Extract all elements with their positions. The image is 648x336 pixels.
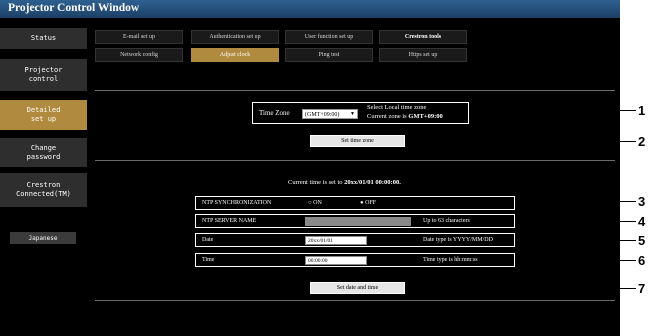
- timezone-current-zone: Current zone is GMT+09:00: [367, 113, 443, 120]
- sidebar-item-change-password[interactable]: Change password: [0, 138, 87, 167]
- nav-authentication-set-up[interactable]: Authentication set up: [191, 30, 279, 44]
- divider: [95, 300, 615, 301]
- callout-4: 4: [638, 214, 646, 229]
- callout-leader: [516, 201, 636, 202]
- time-label: Time: [202, 257, 215, 263]
- sidebar-item-projector-control[interactable]: Projector control: [0, 59, 87, 91]
- window-title: Projector Control Window: [8, 2, 140, 14]
- language-button[interactable]: Japanese: [10, 232, 76, 244]
- ntp-sync-label: NTP SYNCHRONIZATION: [202, 200, 272, 206]
- callout-leader: [516, 240, 636, 241]
- time-format-note: Time type is hh:mm:ss: [423, 257, 478, 263]
- date-input[interactable]: 20xx/01/01: [305, 236, 367, 245]
- callout-leader: [406, 288, 636, 289]
- set-time-zone-button[interactable]: Set time zone: [310, 135, 405, 147]
- timezone-selected-value: (GMT+09:00): [305, 112, 340, 118]
- time-input[interactable]: 00:00:00: [305, 256, 367, 265]
- callout-1: 1: [638, 103, 646, 118]
- projector-window: Projector Control Window Status Projecto…: [0, 0, 620, 336]
- callout-leader: [516, 260, 636, 261]
- ntp-server-note: Up to 63 characters: [423, 218, 470, 224]
- callout-leader: [406, 141, 636, 142]
- sidebar-item-crestron-connected[interactable]: Crestron Connected(TM): [0, 173, 87, 207]
- current-time-text: Current time is set to 20xx/01/01 00:00:…: [288, 179, 401, 186]
- nav-adjust-clock[interactable]: Adjust clock: [191, 48, 279, 62]
- timezone-label: Time Zone: [259, 109, 290, 117]
- divider: [95, 90, 615, 91]
- sidebar-item-detailed-set-up[interactable]: Detailed set up: [0, 100, 87, 130]
- date-label: Date: [202, 237, 214, 243]
- sidebar: Status Projector control Detailed set up…: [0, 18, 87, 336]
- nav-ping-test[interactable]: Ping test: [285, 48, 373, 62]
- nav-network-config[interactable]: Network config: [95, 48, 183, 62]
- callout-leader: [470, 110, 636, 111]
- divider: [95, 160, 615, 161]
- nav-https-set-up[interactable]: Https set up: [379, 48, 467, 62]
- nav-user-function-set-up[interactable]: User function set up: [285, 30, 373, 44]
- title-bar: Projector Control Window: [0, 0, 620, 18]
- nav-email-set-up[interactable]: E-mail set up: [95, 30, 183, 44]
- callout-5: 5: [638, 233, 646, 248]
- ntp-off-radio[interactable]: ● OFF: [360, 200, 376, 206]
- ntp-server-label: NTP SERVER NAME: [202, 218, 257, 224]
- callout-6: 6: [638, 253, 646, 268]
- callout-leader: [516, 221, 636, 222]
- set-date-and-time-button[interactable]: Set date and time: [310, 282, 405, 294]
- callout-7: 7: [638, 281, 646, 296]
- timezone-hint: Select Local time zone: [367, 104, 427, 111]
- timezone-select[interactable]: (GMT+09:00) ▼: [302, 109, 358, 119]
- chevron-down-icon: ▼: [350, 112, 355, 117]
- callout-2: 2: [638, 134, 646, 149]
- ntp-server-input[interactable]: [305, 217, 411, 226]
- callout-3: 3: [638, 194, 646, 209]
- nav-crestron-tools[interactable]: Crestron tools: [379, 30, 467, 44]
- date-format-note: Date type is YYYY/MM/DD: [423, 237, 493, 243]
- ntp-on-radio[interactable]: ○ ON: [308, 200, 322, 206]
- sidebar-item-status[interactable]: Status: [0, 28, 87, 49]
